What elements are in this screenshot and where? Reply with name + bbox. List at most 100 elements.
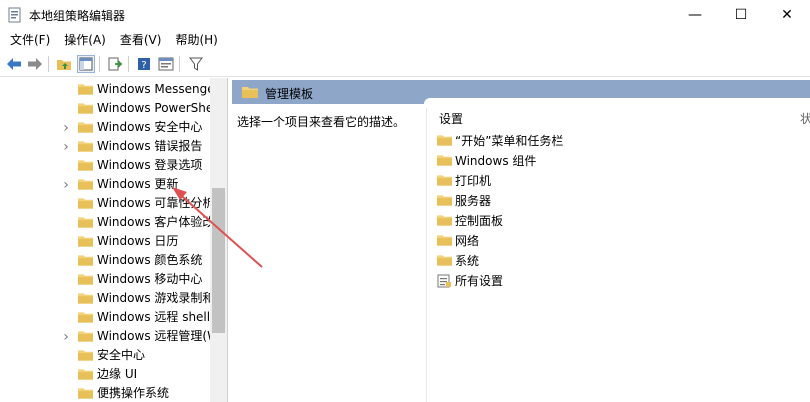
chevron-right-icon[interactable]: › <box>61 327 71 346</box>
list-item[interactable]: 所有设置 <box>437 270 503 290</box>
settings-list-icon <box>437 274 452 288</box>
folder-icon <box>78 102 93 114</box>
folder-icon <box>437 154 452 166</box>
chevron-right-icon[interactable]: › <box>61 137 71 156</box>
column-separator <box>426 108 427 402</box>
tree-item[interactable]: › Windows 安全中心 <box>0 118 210 137</box>
tree-item[interactable]: Windows 颜色系统 <box>0 251 210 270</box>
folder-icon <box>437 234 452 246</box>
show-tree-icon[interactable] <box>77 55 95 73</box>
list-item[interactable]: 打印机 <box>437 170 491 190</box>
menu-bar: 文件(F) 操作(A) 查看(V) 帮助(H) <box>0 30 810 50</box>
tree-item-label: Windows PowerShel <box>97 101 210 115</box>
folder-icon <box>78 178 93 190</box>
tree-item[interactable]: Windows 可靠性分析 <box>0 194 210 213</box>
list-item[interactable]: “开始”菜单和任务栏 <box>437 130 563 150</box>
tree-item[interactable]: Windows Messenge <box>0 80 210 99</box>
tree-item[interactable]: Windows 游戏录制和 <box>0 289 210 308</box>
minimize-button[interactable]: — <box>672 0 718 30</box>
tree-item-label: Windows Messenge <box>97 82 210 96</box>
folder-icon <box>78 197 93 209</box>
back-arrow-icon[interactable] <box>5 55 23 73</box>
chevron-right-icon[interactable]: › <box>61 118 71 137</box>
folder-icon <box>437 214 452 226</box>
list-item[interactable]: Windows 组件 <box>437 150 536 170</box>
svg-text:?: ? <box>141 60 146 71</box>
tree-item[interactable]: 便携操作系统 <box>0 384 210 402</box>
tree-item[interactable]: 边缘 UI <box>0 365 210 384</box>
maximize-button[interactable]: ☐ <box>718 0 764 30</box>
tree-pane[interactable]: Windows Messenge Windows PowerShel › Window… <box>0 78 228 402</box>
tree-item-label: Windows 登录选项 <box>97 158 203 172</box>
menu-help[interactable]: 帮助(H) <box>168 30 224 50</box>
tree-item-label: 安全中心 <box>97 348 146 362</box>
tree-item-label: Windows 移动中心 <box>97 272 203 286</box>
tree-scroll-thumb[interactable] <box>212 188 225 333</box>
tree-item-label: Windows 游戏录制和 <box>97 291 210 305</box>
tree-item[interactable]: Windows 日历 <box>0 232 210 251</box>
tree-item[interactable]: › Windows 更新 <box>0 175 210 194</box>
tree-item[interactable]: Windows 客户体验改 <box>0 213 210 232</box>
toolbar-separator <box>99 56 100 72</box>
tree-item-label: Windows 可靠性分析 <box>97 196 210 210</box>
folder-icon <box>78 387 93 399</box>
forward-arrow-icon[interactable] <box>26 55 44 73</box>
help-icon[interactable]: ? <box>135 55 153 73</box>
folder-icon <box>78 368 93 380</box>
column-header-settings[interactable]: 设置 <box>439 110 463 127</box>
menu-view[interactable]: 查看(V) <box>113 30 169 50</box>
export-list-icon[interactable] <box>106 55 124 73</box>
list-item[interactable]: 控制面板 <box>437 210 503 230</box>
list-item-label: “开始”菜单和任务栏 <box>455 133 564 148</box>
folder-icon <box>78 254 93 266</box>
properties-icon[interactable] <box>157 55 175 73</box>
chevron-right-icon[interactable]: › <box>61 175 71 194</box>
tree-item[interactable]: Windows 移动中心 <box>0 270 210 289</box>
menu-file[interactable]: 文件(F) <box>3 30 57 50</box>
details-pane: 管理模板 选择一个项目来查看它的描述。 设置 状 “开始”菜单和任务栏 Windo… <box>232 80 810 402</box>
folder-icon <box>242 86 258 98</box>
tree-scrollbar[interactable] <box>210 78 227 402</box>
tree-item-label: 边缘 UI <box>97 367 138 381</box>
tree-item[interactable]: Windows PowerShel <box>0 99 210 118</box>
menu-action[interactable]: 操作(A) <box>57 30 113 50</box>
tree-item-label: Windows 客户体验改 <box>97 215 210 229</box>
tree-item[interactable]: 安全中心 <box>0 346 210 365</box>
folder-icon <box>78 121 93 133</box>
folder-icon <box>78 349 93 361</box>
toolbar-separator <box>179 56 180 72</box>
list-item-label: 服务器 <box>455 193 492 208</box>
tree-item-label: Windows 错误报告 <box>97 139 203 153</box>
tree-item-label: Windows 更新 <box>97 177 179 191</box>
folder-icon <box>78 235 93 247</box>
folder-icon <box>78 330 93 342</box>
up-folder-icon[interactable] <box>55 55 73 73</box>
folder-icon <box>437 194 452 206</box>
list-item-label: 打印机 <box>455 173 492 188</box>
toolbar: ? <box>0 51 810 77</box>
folder-icon <box>437 134 452 146</box>
toolbar-separator <box>128 56 129 72</box>
tree-item[interactable]: › Windows 错误报告 <box>0 137 210 156</box>
column-header-state[interactable]: 状 <box>800 110 810 127</box>
tree-item[interactable]: Windows 登录选项 <box>0 156 210 175</box>
list-item-label: 系统 <box>455 253 480 268</box>
folder-icon <box>78 216 93 228</box>
list-item[interactable]: 服务器 <box>437 190 491 210</box>
list-item-label: Windows 组件 <box>455 153 537 168</box>
folder-icon <box>437 174 452 186</box>
list-item[interactable]: 网络 <box>437 230 479 250</box>
filter-icon[interactable] <box>187 55 205 73</box>
list-item-label: 控制面板 <box>455 213 504 228</box>
close-button[interactable]: ✕ <box>764 0 810 30</box>
tree-item-label: Windows 日历 <box>97 234 179 248</box>
folder-icon <box>437 254 452 266</box>
list-item[interactable]: 系统 <box>437 250 479 270</box>
tree-item[interactable]: › Windows 远程管理(W <box>0 327 210 346</box>
window-title: 本地组策略编辑器 <box>29 9 126 23</box>
tree-item-label: 便携操作系统 <box>97 386 170 400</box>
tree-item-label: Windows 远程管理(W <box>97 329 210 343</box>
folder-icon <box>78 311 93 323</box>
folder-icon <box>78 159 93 171</box>
tree-item[interactable]: Windows 远程 shell <box>0 308 210 327</box>
